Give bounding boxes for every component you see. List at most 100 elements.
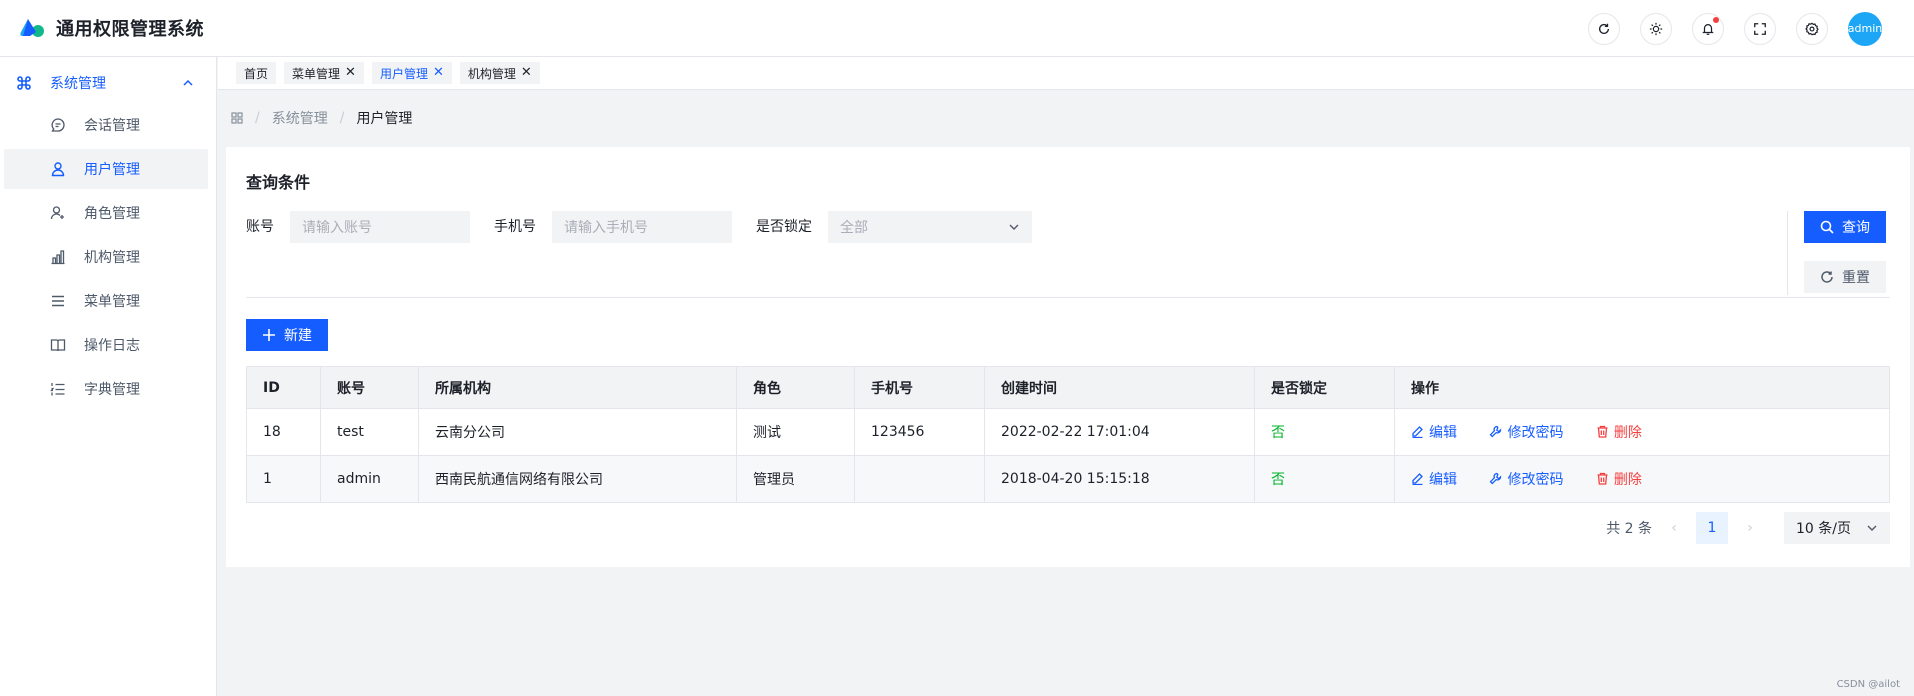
cell-phone: 123456 bbox=[854, 408, 985, 456]
sidebar-item-menus[interactable]: 菜单管理 bbox=[4, 281, 208, 321]
gear-icon bbox=[1805, 22, 1819, 35]
change-password-label: 修改密码 bbox=[1507, 424, 1564, 441]
close-icon[interactable]: ✕ bbox=[345, 66, 356, 79]
wrench-icon bbox=[1490, 473, 1502, 485]
fullscreen-icon bbox=[1754, 22, 1766, 35]
page-size-value: 10 条/页 bbox=[1796, 521, 1851, 537]
column-header: 操作 bbox=[1394, 366, 1890, 409]
tab-label: 机构管理 bbox=[467, 66, 516, 81]
column-header: 所属机构 bbox=[418, 366, 737, 409]
cell-locked: 否 bbox=[1254, 408, 1395, 456]
cell-created: 2018-04-20 15:15:18 bbox=[984, 455, 1255, 503]
breadcrumb-separator: / bbox=[255, 110, 260, 126]
delete-link[interactable]: 删除 bbox=[1596, 469, 1642, 489]
locked-select[interactable]: 全部 bbox=[828, 211, 1032, 243]
sidebar-item-logs[interactable]: 操作日志 bbox=[4, 325, 208, 365]
sidebar-item-label: 会话管理 bbox=[84, 118, 140, 134]
page-size-select[interactable]: 10 条/页 bbox=[1784, 512, 1890, 544]
app-title: 通用权限管理系统 bbox=[56, 19, 204, 40]
breadcrumb-root[interactable]: 系统管理 bbox=[272, 108, 328, 128]
delete-label: 删除 bbox=[1613, 424, 1642, 441]
delete-label: 删除 bbox=[1613, 471, 1642, 488]
fullscreen-button[interactable] bbox=[1744, 12, 1776, 45]
page-number[interactable]: 1 bbox=[1696, 512, 1728, 544]
user-avatar[interactable]: admin bbox=[1848, 11, 1882, 46]
account-input[interactable]: 请输入账号 bbox=[290, 211, 470, 243]
sidebar-item-label: 菜单管理 bbox=[84, 294, 140, 310]
chat-icon bbox=[51, 118, 65, 132]
table-header-row: ID 账号 所属机构 角色 手机号 创建时间 是否锁定 操作 bbox=[246, 366, 1890, 409]
list-icon bbox=[50, 383, 65, 396]
refresh-icon bbox=[1598, 23, 1610, 34]
sidebar-item-sessions[interactable]: 会话管理 bbox=[4, 105, 208, 145]
sidebar-group-label: 系统管理 bbox=[50, 76, 106, 92]
locked-label: 是否锁定 bbox=[756, 219, 812, 235]
cell-role: 测试 bbox=[736, 408, 855, 456]
bar-chart-icon bbox=[51, 250, 65, 265]
tab-home[interactable]: 首页 bbox=[236, 62, 277, 84]
change-password-label: 修改密码 bbox=[1507, 471, 1564, 488]
edit-link[interactable]: 编辑 bbox=[1411, 422, 1457, 442]
trash-icon bbox=[1597, 426, 1608, 438]
sidebar-group-system[interactable]: 系统管理 bbox=[0, 61, 216, 105]
chevron-up-icon bbox=[183, 79, 193, 86]
prev-page-button[interactable]: ‹ bbox=[1658, 520, 1690, 536]
tab-label: 首页 bbox=[244, 66, 269, 81]
breadcrumb: / 系统管理 / 用户管理 bbox=[231, 108, 412, 128]
breadcrumb-current: 用户管理 bbox=[356, 111, 413, 127]
cell-org: 西南民航通信网络有限公司 bbox=[418, 455, 737, 503]
account-placeholder: 请输入账号 bbox=[302, 220, 372, 236]
sidebar-item-dicts[interactable]: 字典管理 bbox=[4, 369, 208, 409]
column-header: 手机号 bbox=[854, 366, 985, 409]
sun-icon bbox=[1649, 22, 1663, 35]
users-table: ID 账号 所属机构 角色 手机号 创建时间 是否锁定 操作 18 test 云… bbox=[246, 366, 1890, 503]
tab-user-management[interactable]: 用户管理 ✕ bbox=[371, 62, 452, 84]
bell-icon bbox=[1702, 23, 1714, 35]
delete-link[interactable]: 删除 bbox=[1596, 422, 1642, 442]
next-page-button[interactable]: › bbox=[1734, 520, 1766, 536]
watermark: CSDN @ailot bbox=[1836, 679, 1900, 690]
search-button[interactable]: 查询 bbox=[1804, 211, 1886, 243]
cell-id: 1 bbox=[246, 455, 321, 503]
sidebar-item-users[interactable]: 用户管理 bbox=[4, 149, 208, 189]
tab-label: 用户管理 bbox=[379, 66, 428, 81]
reset-button[interactable]: 重置 bbox=[1804, 261, 1886, 293]
chevron-down-icon bbox=[1009, 224, 1019, 230]
cell-phone bbox=[854, 455, 985, 503]
cell-id: 18 bbox=[246, 408, 321, 456]
change-password-link[interactable]: 修改密码 bbox=[1489, 469, 1563, 489]
query-title: 查询条件 bbox=[246, 173, 311, 192]
page-tabs: 首页 菜单管理 ✕ 用户管理 ✕ 机构管理 ✕ bbox=[218, 57, 1914, 90]
new-button-label: 新建 bbox=[284, 328, 312, 344]
notifications-button[interactable] bbox=[1692, 12, 1724, 45]
sidebar-item-roles[interactable]: 角色管理 bbox=[4, 193, 208, 233]
sidebar-item-label: 机构管理 bbox=[84, 250, 140, 266]
edit-icon bbox=[1412, 426, 1423, 439]
user-icon bbox=[51, 162, 65, 177]
account-label: 账号 bbox=[246, 219, 274, 235]
theme-toggle-button[interactable] bbox=[1640, 12, 1672, 45]
column-header: 账号 bbox=[320, 366, 419, 409]
settings-button[interactable] bbox=[1796, 12, 1828, 45]
pagination: 共 2 条 ‹ 1 › 10 条/页 bbox=[1606, 512, 1890, 544]
phone-input[interactable]: 请输入手机号 bbox=[552, 211, 732, 243]
refresh-button[interactable] bbox=[1588, 12, 1620, 45]
tab-org-management[interactable]: 机构管理 ✕ bbox=[459, 62, 540, 84]
phone-placeholder: 请输入手机号 bbox=[564, 220, 648, 236]
tab-menu-management[interactable]: 菜单管理 ✕ bbox=[284, 62, 364, 84]
command-icon bbox=[17, 76, 31, 90]
apps-icon[interactable] bbox=[231, 112, 243, 124]
top-header: 通用权限管理系统 admin bbox=[0, 0, 1914, 57]
close-icon[interactable]: ✕ bbox=[433, 66, 444, 79]
close-icon[interactable]: ✕ bbox=[521, 66, 532, 79]
search-button-label: 查询 bbox=[1842, 220, 1870, 236]
query-divider bbox=[1787, 211, 1788, 295]
change-password-link[interactable]: 修改密码 bbox=[1489, 422, 1563, 442]
refresh-icon bbox=[1821, 271, 1833, 283]
new-button[interactable]: 新建 bbox=[246, 319, 328, 351]
sidebar-item-orgs[interactable]: 机构管理 bbox=[4, 237, 208, 277]
sidebar-item-label: 角色管理 bbox=[84, 206, 140, 222]
edit-label: 编辑 bbox=[1429, 424, 1457, 441]
edit-link[interactable]: 编辑 bbox=[1411, 469, 1457, 489]
cell-actions: 编辑 修改密码 删除 bbox=[1394, 408, 1890, 456]
